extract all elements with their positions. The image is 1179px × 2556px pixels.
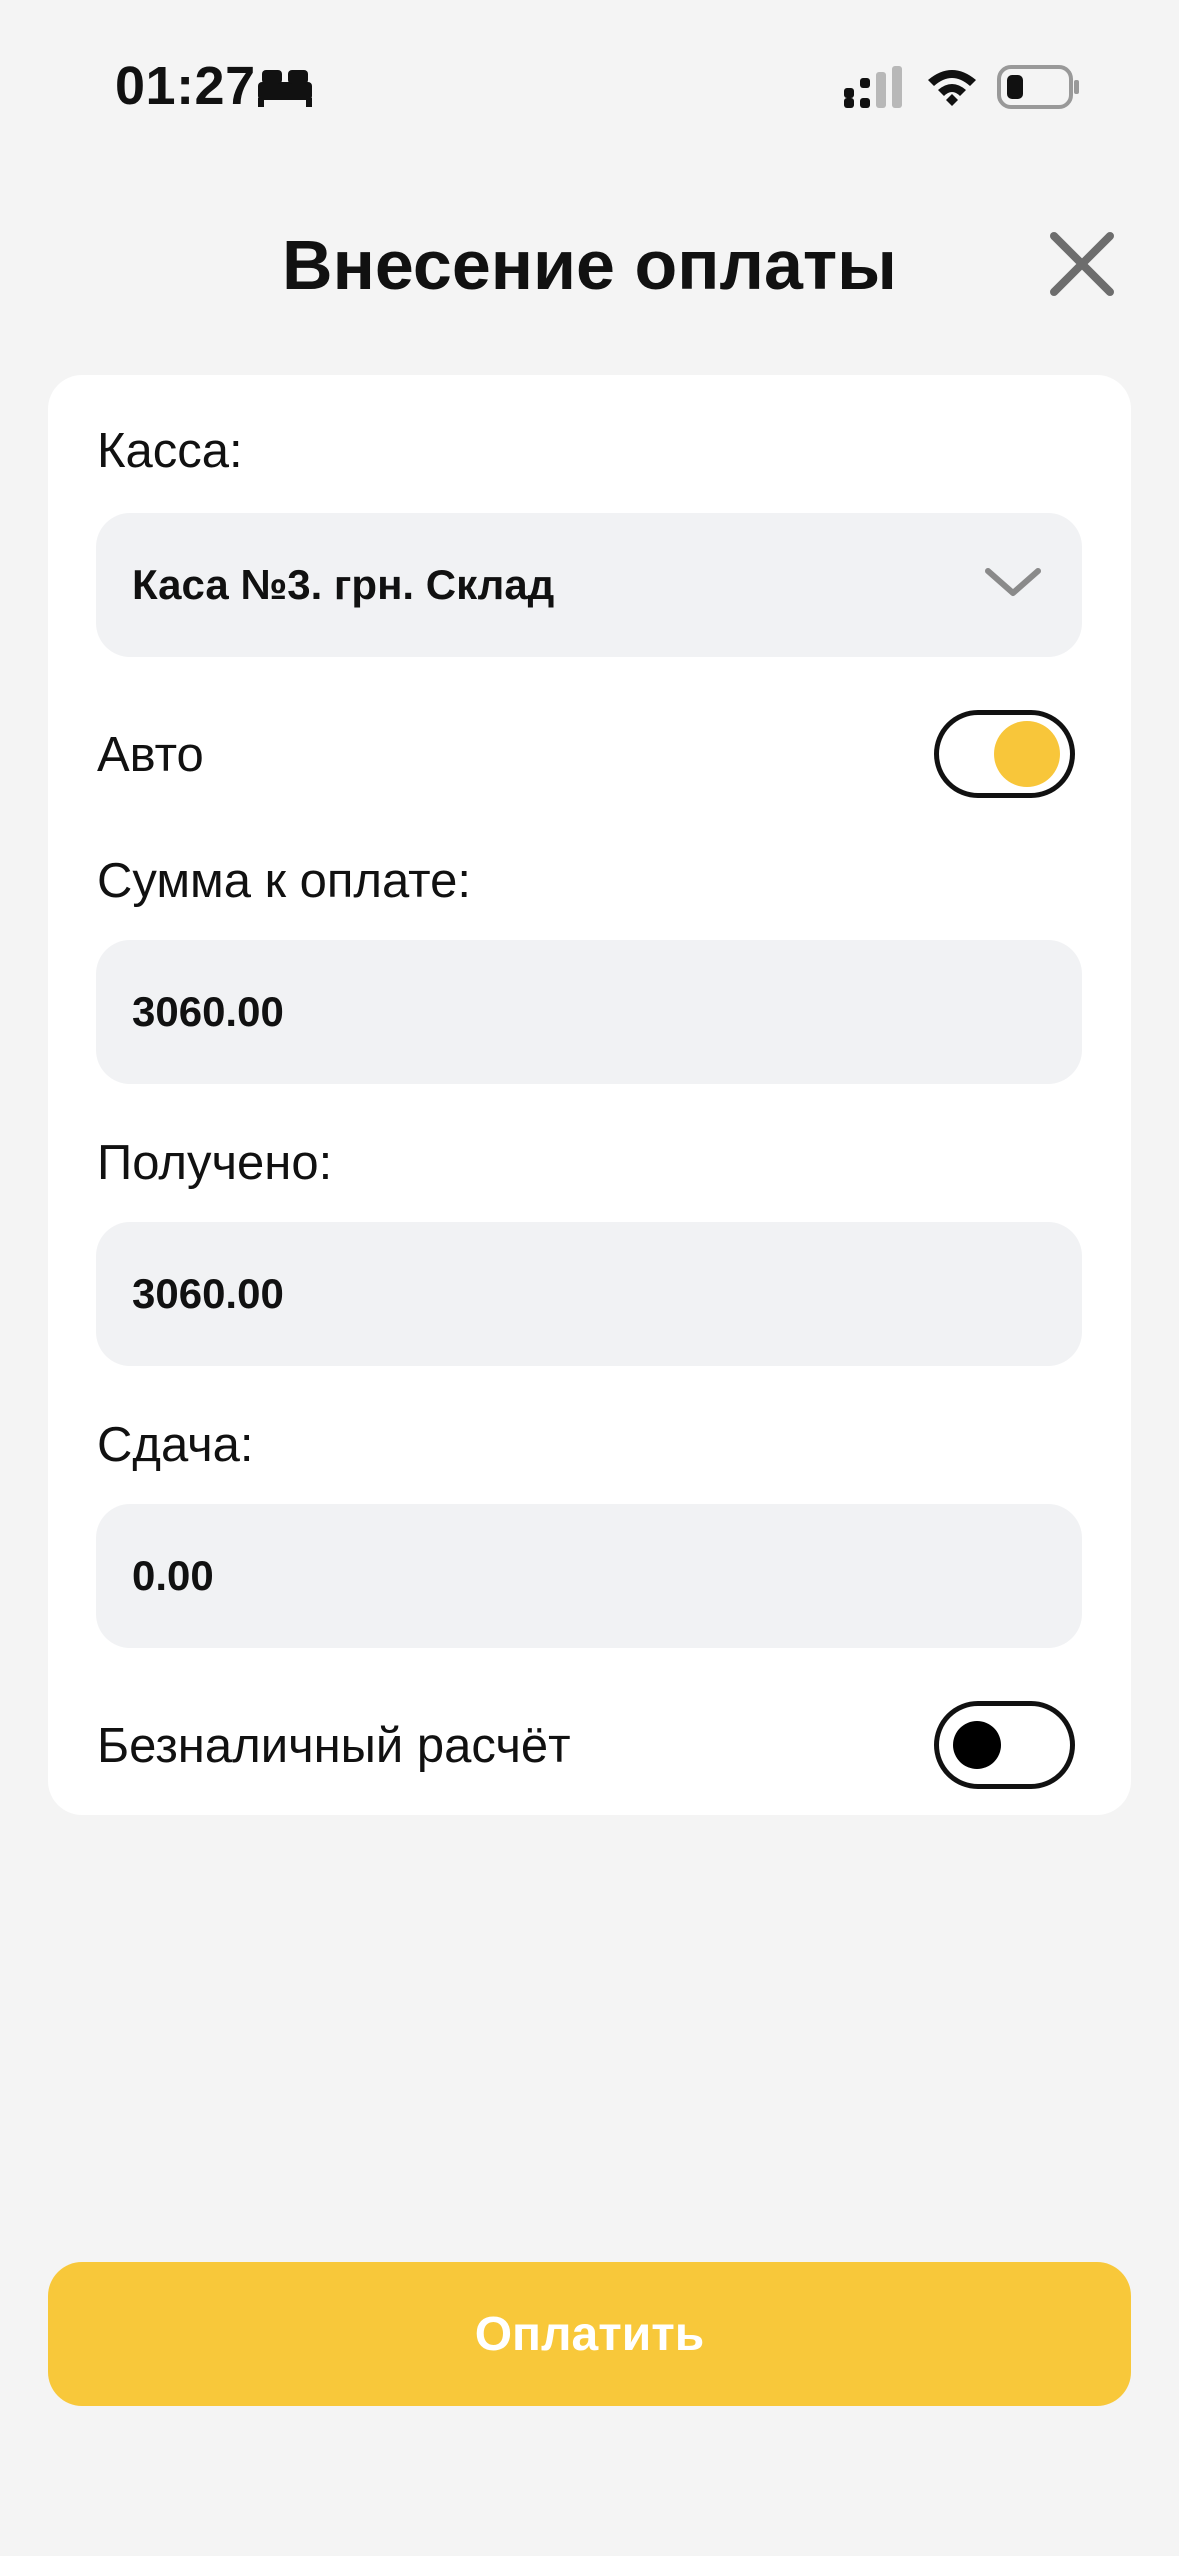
register-select[interactable]: Каса №3. грн. Склад [96,513,1082,657]
auto-label: Авто [97,728,204,782]
cashless-toggle[interactable] [934,1701,1075,1789]
pay-button[interactable]: Оплатить [48,2262,1131,2406]
received-field[interactable]: 3060.00 [96,1222,1082,1366]
register-value: Каса №3. грн. Склад [132,561,555,608]
cellular-signal-icon [844,66,902,108]
wifi-icon [928,70,976,106]
amount-due-field[interactable]: 3060.00 [96,940,1082,1084]
auto-toggle[interactable] [934,710,1075,798]
amount-due-value: 3060.00 [132,988,284,1035]
status-bar: 01:27 [0,0,1179,175]
chevron-down-icon [985,568,1041,596]
status-time: 01:27 [115,56,256,116]
register-label: Касса: [97,424,243,478]
close-icon[interactable] [1046,228,1118,300]
received-label: Получено: [97,1136,333,1190]
amount-due-label: Сумма к оплате: [97,854,471,908]
change-label: Сдача: [97,1418,254,1472]
received-value: 3060.00 [132,1270,284,1317]
cashless-label: Безналичный расчёт [97,1719,571,1773]
toggle-knob [953,1721,1001,1769]
payment-form-card: Касса: Каса №3. грн. Склад Авто Сумма к … [48,375,1131,1815]
change-field[interactable]: 0.00 [96,1504,1082,1648]
page-title: Внесение оплаты [282,226,897,304]
payment-screen: 01:27 Внесение оплаты Касса: Каса №3. гр… [0,0,1179,2556]
toggle-knob [994,721,1060,787]
battery-icon [997,65,1079,109]
sleep-mode-icon [258,70,312,107]
change-value: 0.00 [132,1552,214,1599]
